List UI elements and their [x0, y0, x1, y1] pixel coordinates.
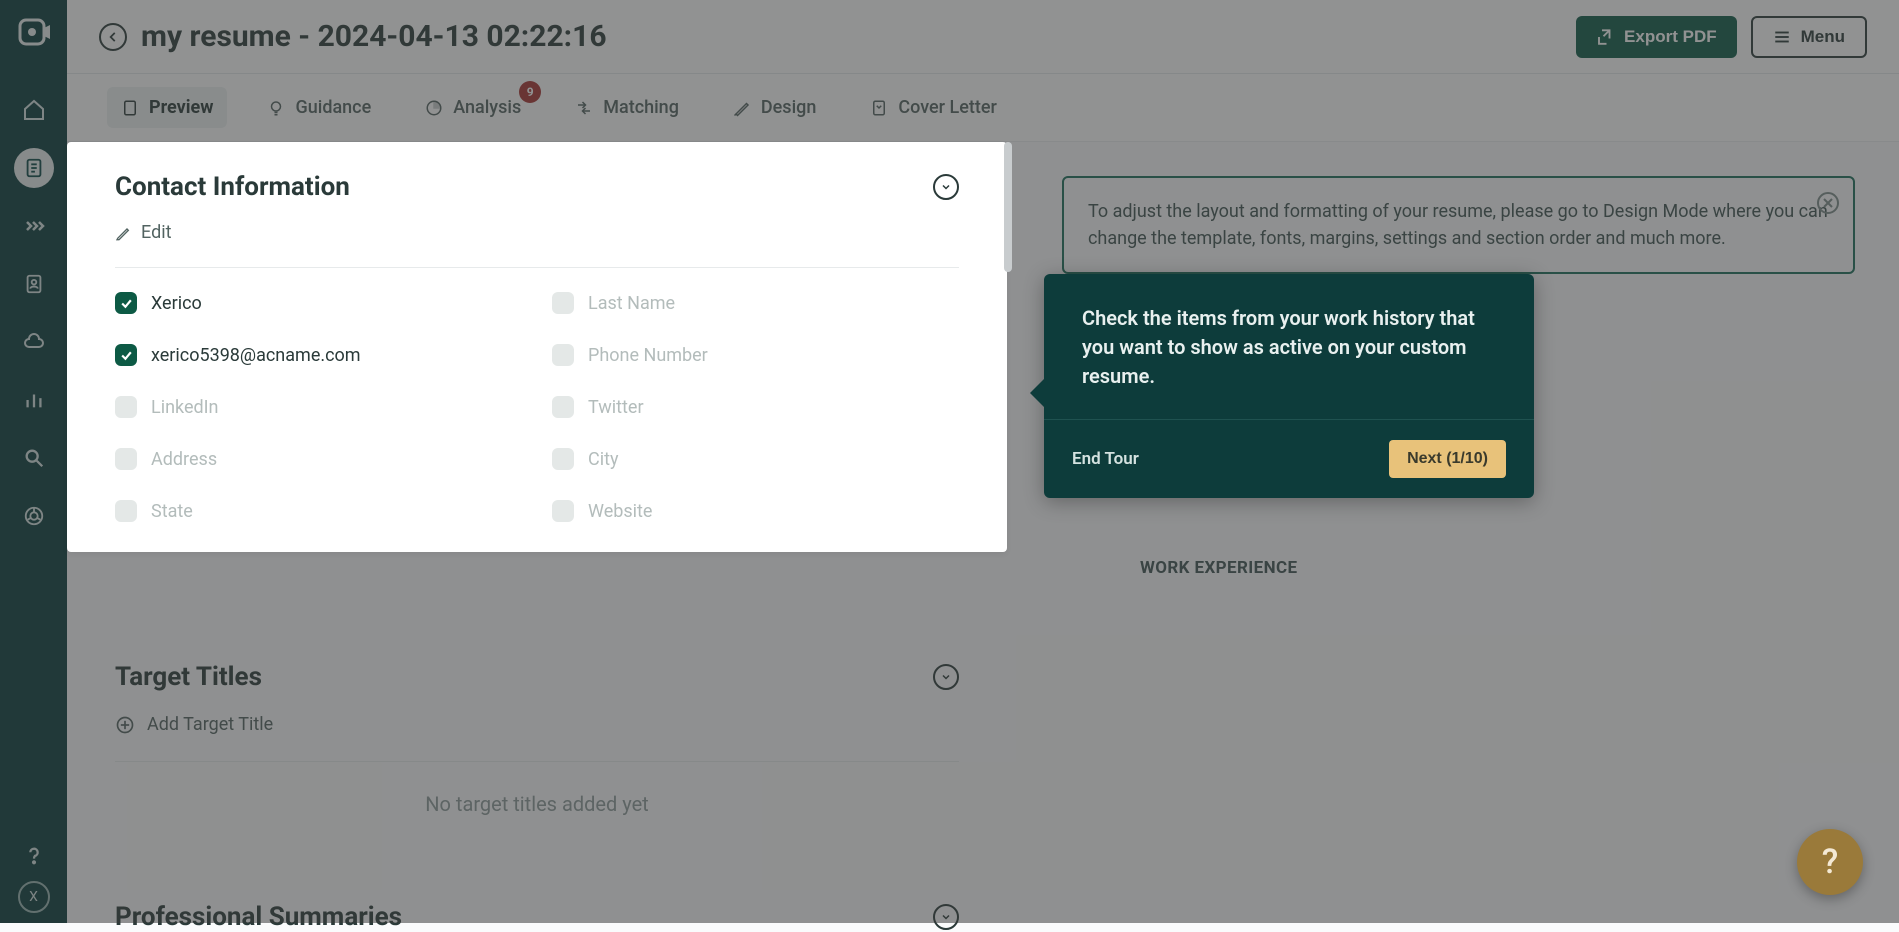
checkbox-state[interactable] — [115, 500, 137, 522]
tab-bar: Preview Guidance Analysis 9 Matching Des… — [67, 74, 1899, 142]
design-mode-notice: To adjust the layout and formatting of y… — [1062, 176, 1855, 274]
field-phone[interactable]: Phone Number — [552, 344, 959, 366]
field-address[interactable]: Address — [115, 448, 522, 470]
tab-matching[interactable]: Matching — [561, 87, 693, 128]
collapse-contact-info[interactable] — [933, 174, 959, 200]
target-titles-empty: No target titles added yet — [115, 762, 959, 846]
checkbox-address[interactable] — [115, 448, 137, 470]
cloud-icon[interactable] — [14, 322, 54, 362]
checkbox-phone[interactable] — [552, 344, 574, 366]
collapse-prof-summaries[interactable] — [933, 904, 959, 930]
tab-guidance[interactable]: Guidance — [253, 87, 385, 128]
field-first-name[interactable]: Xerico — [115, 292, 522, 314]
target-titles-section: Target Titles Add Target Title No target… — [67, 662, 1007, 846]
menu-button[interactable]: Menu — [1751, 16, 1867, 58]
collapse-target-titles[interactable] — [933, 664, 959, 690]
checkbox-first-name[interactable] — [115, 292, 137, 314]
pipeline-icon[interactable] — [14, 206, 54, 246]
help-icon[interactable] — [14, 835, 54, 875]
field-website[interactable]: Website — [552, 500, 959, 522]
tour-next-button[interactable]: Next (1/10) — [1389, 440, 1506, 478]
sidebar: X — [0, 0, 67, 923]
field-email[interactable]: xerico5398@acname.com — [115, 344, 522, 366]
checkbox-twitter[interactable] — [552, 396, 574, 418]
professional-summaries-section: Professional Summaries — [67, 902, 1007, 932]
analytics-icon[interactable] — [14, 380, 54, 420]
tooltip-arrow — [1030, 379, 1044, 407]
field-city[interactable]: City — [552, 448, 959, 470]
tab-cover-letter[interactable]: Cover Letter — [856, 87, 1010, 128]
resume-icon[interactable] — [14, 148, 54, 188]
contact-info-heading: Contact Information — [115, 172, 350, 202]
back-button[interactable] — [99, 23, 127, 51]
export-pdf-button[interactable]: Export PDF — [1576, 16, 1737, 58]
checkbox-last-name[interactable] — [552, 292, 574, 314]
contacts-icon[interactable] — [14, 264, 54, 304]
panel-scrollbar[interactable] — [1004, 142, 1012, 272]
field-last-name[interactable]: Last Name — [552, 292, 959, 314]
contact-information-panel: Contact Information Edit Xerico Last Nam… — [67, 142, 1007, 552]
work-experience-heading: WORK EXPERIENCE — [1140, 558, 1298, 578]
checkbox-city[interactable] — [552, 448, 574, 470]
tour-tooltip: Check the items from your work history t… — [1044, 274, 1534, 498]
tab-analysis[interactable]: Analysis 9 — [411, 87, 535, 128]
analysis-badge: 9 — [519, 81, 541, 103]
user-avatar[interactable]: X — [18, 881, 50, 913]
tab-design[interactable]: Design — [719, 87, 830, 128]
checkbox-email[interactable] — [115, 344, 137, 366]
field-linkedin[interactable]: LinkedIn — [115, 396, 522, 418]
checkbox-linkedin[interactable] — [115, 396, 137, 418]
help-bubble[interactable]: ? — [1797, 829, 1863, 895]
field-state[interactable]: State — [115, 500, 522, 522]
page-title: my resume - 2024-04-13 02:22:16 — [141, 19, 607, 54]
add-target-title-button[interactable]: Add Target Title — [115, 692, 959, 762]
home-icon[interactable] — [14, 90, 54, 130]
search-icon[interactable] — [14, 438, 54, 478]
header: my resume - 2024-04-13 02:22:16 Export P… — [67, 0, 1899, 74]
app-logo[interactable] — [14, 12, 54, 52]
close-notice-button[interactable] — [1817, 192, 1839, 214]
checkbox-website[interactable] — [552, 500, 574, 522]
edit-contact-button[interactable]: Edit — [115, 222, 959, 268]
end-tour-button[interactable]: End Tour — [1072, 449, 1139, 469]
field-twitter[interactable]: Twitter — [552, 396, 959, 418]
browser-icon[interactable] — [14, 496, 54, 536]
tour-message: Check the items from your work history t… — [1044, 274, 1534, 420]
tab-preview[interactable]: Preview — [107, 87, 227, 128]
